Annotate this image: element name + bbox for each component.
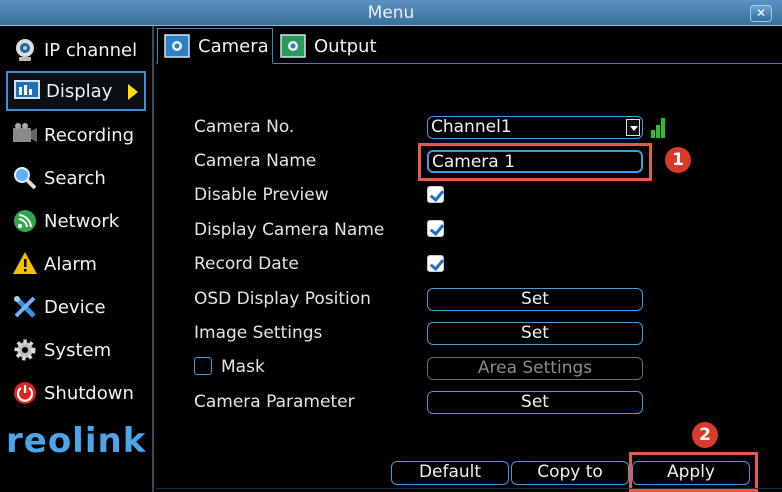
- sidebar-item-shutdown[interactable]: Shutdown: [6, 373, 146, 413]
- sidebar-item-label: System: [44, 339, 112, 361]
- footer-divider: [156, 488, 782, 489]
- warning-icon: [12, 251, 40, 277]
- camera-tab-icon: [164, 34, 190, 58]
- sidebar-item-label: Display: [46, 80, 113, 102]
- annotation-box-2: [629, 452, 758, 492]
- sidebar-item-alarm[interactable]: Alarm: [6, 244, 146, 284]
- signal-strength-icon: [651, 116, 669, 138]
- reolink-logo: reolink: [6, 421, 147, 461]
- sidebar-item-label: Device: [44, 296, 106, 318]
- monitor-icon: [14, 78, 42, 104]
- camera-no-label: Camera No.: [194, 117, 295, 137]
- mask-label: Mask: [221, 357, 265, 377]
- sidebar-item-search[interactable]: Search: [6, 158, 146, 198]
- annotation-number-2: 2: [692, 422, 718, 448]
- active-arrow-icon: [128, 84, 138, 100]
- window-title: Menu: [367, 3, 415, 23]
- tab-label: Camera: [198, 35, 269, 57]
- osd-display-position-label: OSD Display Position: [194, 289, 371, 309]
- tab-output[interactable]: Output: [274, 28, 394, 64]
- tab-camera[interactable]: Camera: [157, 28, 273, 64]
- network-icon: [12, 208, 40, 234]
- sidebar-item-network[interactable]: Network: [6, 201, 146, 241]
- sidebar-item-ip-channel[interactable]: IP channel: [6, 30, 146, 70]
- sidebar-item-label: Recording: [44, 124, 135, 146]
- sidebar-item-label: Network: [44, 210, 120, 232]
- display-camera-name-checkbox[interactable]: [427, 220, 444, 237]
- sidebar-item-device[interactable]: Device: [6, 287, 146, 327]
- dropdown-arrow-icon[interactable]: [626, 119, 640, 136]
- film-icon: [12, 122, 40, 148]
- gear-icon: [12, 337, 40, 363]
- copy-to-button[interactable]: Copy to: [511, 461, 629, 485]
- disable-preview-label: Disable Preview: [194, 185, 329, 205]
- annotation-number-1: 1: [665, 147, 691, 173]
- camera-name-label: Camera Name: [194, 151, 317, 171]
- power-icon: [12, 380, 40, 406]
- camera-no-select[interactable]: Channel1: [427, 116, 643, 139]
- sidebar-item-label: Alarm: [44, 253, 97, 275]
- sidebar: IP channel Display Recording Search Netw…: [0, 26, 154, 492]
- record-date-label: Record Date: [194, 254, 299, 274]
- area-settings-button[interactable]: Area Settings: [427, 357, 643, 380]
- image-settings-set-button[interactable]: Set: [427, 322, 643, 345]
- tools-icon: [12, 294, 40, 320]
- osd-set-button[interactable]: Set: [427, 288, 643, 311]
- sidebar-item-recording[interactable]: Recording: [6, 115, 146, 155]
- sidebar-item-system[interactable]: System: [6, 330, 146, 370]
- close-icon: ✕: [755, 6, 767, 20]
- output-tab-icon: [280, 34, 306, 58]
- window-titlebar: Menu ✕: [0, 0, 782, 26]
- camera-no-value: Channel1: [431, 117, 512, 137]
- tab-label: Output: [314, 35, 377, 57]
- disable-preview-checkbox[interactable]: [427, 186, 444, 203]
- sidebar-item-label: Shutdown: [44, 382, 134, 404]
- webcam-icon: [12, 37, 40, 63]
- annotation-box-1: [418, 143, 652, 181]
- sidebar-item-display[interactable]: Display: [6, 71, 146, 111]
- image-settings-label: Image Settings: [194, 323, 323, 343]
- default-button[interactable]: Default: [391, 461, 509, 485]
- record-date-checkbox[interactable]: [427, 255, 444, 272]
- mask-checkbox[interactable]: [194, 357, 212, 375]
- camera-parameter-label: Camera Parameter: [194, 392, 355, 412]
- camera-parameter-set-button[interactable]: Set: [427, 391, 643, 414]
- sidebar-item-label: Search: [44, 167, 106, 189]
- magnifier-icon: [12, 165, 40, 191]
- close-button[interactable]: ✕: [750, 5, 772, 22]
- sidebar-item-label: IP channel: [44, 39, 138, 61]
- display-camera-name-label: Display Camera Name: [194, 220, 385, 240]
